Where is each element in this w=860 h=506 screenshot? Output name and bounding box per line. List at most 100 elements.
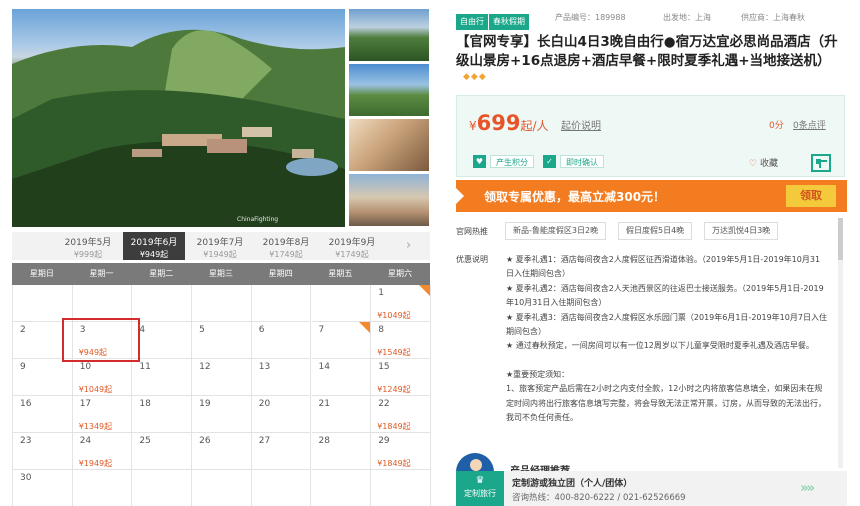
custom-travel-title: 定制游或独立团（个人/团体）: [512, 479, 633, 489]
calendar-day[interactable]: 11: [132, 359, 193, 396]
calendar-day[interactable]: 15 ¥1249起: [371, 359, 431, 396]
calendar-empty-cell: [72, 285, 133, 322]
tag-brand: 春秋假期: [489, 14, 529, 30]
day-number: 8: [378, 325, 384, 335]
calendar-day[interactable]: 7: [311, 322, 372, 359]
promo-corner-icon: [418, 285, 430, 296]
day-price: ¥1849起: [377, 459, 411, 468]
day-number: 27: [258, 436, 271, 446]
recommend-item[interactable]: 新品-鲁能度假区3日2晚: [505, 222, 607, 240]
day-price: ¥1549起: [377, 348, 411, 357]
calendar-day[interactable]: 25: [132, 433, 193, 470]
month-tab-august[interactable]: 2019年8月 ¥1749起: [255, 232, 317, 260]
reviews-link[interactable]: 0条点评: [793, 118, 826, 131]
calendar-day[interactable]: 17 ¥1349起: [72, 396, 133, 433]
calendar-day[interactable]: 12: [192, 359, 252, 396]
day-number: 7: [318, 325, 325, 335]
recommend-item[interactable]: 假日度假5日4晚: [618, 222, 693, 240]
calendar-day[interactable]: 10 ¥1049起: [72, 359, 133, 396]
calendar-empty-cell: [192, 470, 252, 506]
thumbnail-hotel[interactable]: [349, 174, 429, 226]
day-number: 11: [139, 362, 151, 372]
day-number: 25: [139, 436, 151, 446]
custom-travel-badge: ♛ 定制旅行: [456, 471, 504, 506]
day-price: ¥1049起: [377, 311, 411, 320]
day-price: ¥1849起: [377, 422, 411, 431]
month-tab-july[interactable]: 2019年7月 ¥1949起: [189, 232, 251, 260]
price: ¥699起/人: [469, 111, 549, 135]
calendar-empty-cell: [192, 285, 252, 322]
calendar-day[interactable]: 18: [132, 396, 193, 433]
recommend-item[interactable]: 万达凯悦4日3晚: [704, 222, 779, 240]
month-tab-september[interactable]: 2019年9月 ¥1749起: [321, 232, 383, 260]
offer-line: ★ 夏季礼遇2：酒店每间夜含2人天池西景区的往返巴士接送服务。（2019年5月1…: [506, 283, 824, 308]
calendar-day[interactable]: 19: [192, 396, 252, 433]
month-selector: 2019年5月 ¥999起 2019年6月 ¥949起 2019年7月 ¥1949起 …: [12, 232, 430, 260]
day-number: 9: [20, 362, 26, 372]
weekday-wed: 星期三: [208, 269, 233, 278]
calendar-day[interactable]: 4: [132, 322, 193, 359]
day-number: 17: [79, 399, 92, 409]
calendar-empty-cell: [72, 470, 133, 506]
chevron-right-icon[interactable]: ›: [406, 238, 418, 254]
offer-details: ★ 夏季礼遇1：酒店每间夜含2人度假区征西滑道体验。（2019年5月1日-201…: [506, 253, 828, 425]
day-number: 20: [258, 399, 271, 409]
product-code: 产品编号：189988: [555, 13, 626, 22]
weekday-fri: 星期五: [328, 269, 353, 278]
calendar-empty-cell: [13, 285, 73, 322]
day-number: 13: [258, 362, 271, 372]
calendar-day[interactable]: 16: [13, 396, 73, 433]
calendar-day[interactable]: 26: [192, 433, 252, 470]
thumbnail-lake[interactable]: [349, 64, 429, 116]
day-number: 4: [139, 325, 146, 335]
hero-watermark: ChinaFighting: [237, 216, 278, 223]
qr-code-icon[interactable]: [811, 154, 831, 172]
calendar-day[interactable]: 5: [192, 322, 252, 359]
calendar-day[interactable]: 24 ¥1949起: [72, 433, 133, 470]
day-number: 29: [378, 436, 390, 446]
heart-icon: ♡: [749, 159, 758, 169]
calendar-day[interactable]: 13: [251, 359, 312, 396]
day-number: 12: [199, 362, 211, 372]
calendar-empty-cell: [132, 470, 193, 506]
hero-landscape: ChinaFighting: [12, 29, 345, 227]
calendar-day[interactable]: 28: [311, 433, 372, 470]
recommend-label: 官网热推: [456, 227, 488, 236]
scrollbar-thumb[interactable]: [838, 218, 843, 260]
calendar-day[interactable]: 21: [311, 396, 372, 433]
hero-photo[interactable]: ChinaFighting: [12, 9, 345, 227]
calendar-day[interactable]: 30: [13, 470, 73, 506]
calendar-day[interactable]: 9: [13, 359, 73, 396]
calendar-day[interactable]: 1 ¥1049起: [371, 285, 431, 322]
month-tab-june[interactable]: 2019年6月 ¥949起: [123, 232, 185, 260]
claim-button[interactable]: 领取: [786, 185, 836, 207]
collect-button[interactable]: ♡ 收藏: [749, 156, 778, 169]
day-number: 16: [20, 399, 32, 409]
calendar-empty-cell: [251, 470, 312, 506]
thumbnail-lobby[interactable]: [349, 119, 429, 171]
price-note-link[interactable]: 起价说明: [561, 117, 601, 132]
custom-travel-bar[interactable]: ♛ 定制旅行 定制游或独立团（个人/团体） 咨询热线：400-820-6222 …: [456, 471, 847, 506]
instant-confirm-badge: ✓ 即时确认: [543, 155, 604, 170]
calendar-day[interactable]: 29 ¥1849起: [371, 433, 431, 470]
tag-independent: 自由行: [456, 14, 488, 30]
calendar-day[interactable]: 14: [311, 359, 372, 396]
promo-notch: [456, 188, 464, 204]
calendar-day[interactable]: 23: [13, 433, 73, 470]
calendar-day[interactable]: 22 ¥1849起: [371, 396, 431, 433]
calendar-day[interactable]: 20: [251, 396, 312, 433]
month-tab-may[interactable]: 2019年5月 ¥999起: [57, 232, 119, 260]
thumbnail-mountain[interactable]: [349, 9, 429, 61]
calendar-day[interactable]: 6: [251, 322, 312, 359]
price-box: ¥699起/人 起价说明 0分 0条点评 ♥ 产生积分 ✓ 即时确认 ♡ 收藏: [456, 95, 845, 177]
day-number: 6: [258, 325, 265, 335]
day-number: 1: [378, 288, 384, 298]
calendar-day[interactable]: 8 ¥1549起: [371, 322, 431, 359]
day-number: 24: [79, 436, 92, 446]
calendar-day[interactable]: 27: [251, 433, 312, 470]
calendar-empty-cell: [251, 285, 312, 322]
offer-line: ★ 通过春秋预定，一间房间可以有一位12周岁以下儿童享受限时夏季礼遇及酒店早餐。: [506, 341, 814, 351]
day-number: 18: [139, 399, 151, 409]
offer-scrollbar[interactable]: [838, 218, 843, 468]
double-arrow-icon[interactable]: »»: [800, 481, 815, 496]
